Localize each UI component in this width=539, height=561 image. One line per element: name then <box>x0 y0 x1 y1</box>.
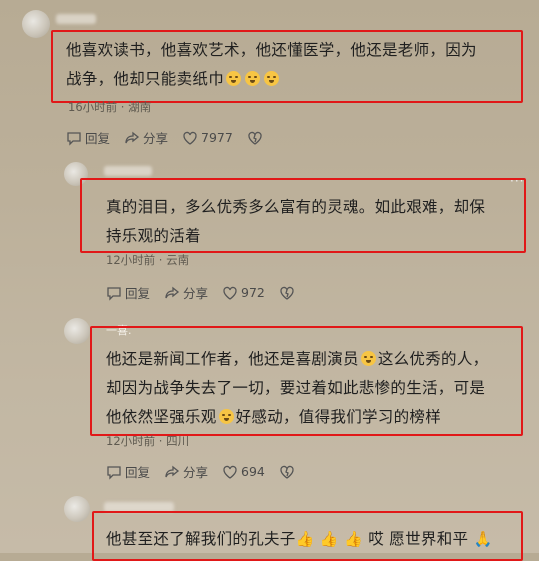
dislike-heart-icon <box>280 286 294 300</box>
reply-label: 回复 <box>125 465 151 480</box>
avatar[interactable] <box>64 318 90 344</box>
timestamp-location: 12小时前 · 云南 <box>106 253 190 267</box>
dislike-button[interactable] <box>279 285 298 301</box>
username-blurred <box>56 14 96 24</box>
timestamp-location: 16小时前 · 湖南 <box>68 100 152 114</box>
share-label: 分享 <box>143 131 169 146</box>
share-label: 分享 <box>183 286 209 301</box>
share-button[interactable]: 分享 <box>124 128 168 147</box>
like-button[interactable]: 7977 <box>182 130 233 146</box>
share-icon <box>165 465 180 477</box>
reply-button[interactable]: 回复 <box>106 462 150 481</box>
crying-emoji-icon <box>264 71 280 86</box>
comment-text: 他还是新闻工作者，他还是喜剧演员 这么优秀的人， 却因为战争失去了一切，要过着如此… <box>106 345 488 432</box>
dislike-button[interactable] <box>247 130 266 146</box>
crying-emoji-icon <box>245 71 261 86</box>
thumbs-up-icon: 👍 <box>344 530 364 548</box>
heart-icon <box>223 465 237 479</box>
reply-label: 回复 <box>85 131 111 146</box>
reply-icon <box>67 131 81 146</box>
like-count: 694 <box>241 464 265 479</box>
avatar[interactable] <box>22 10 50 38</box>
avatar[interactable] <box>64 496 90 522</box>
dislike-heart-icon <box>248 131 262 145</box>
reply-button[interactable]: 回复 <box>66 128 110 147</box>
reply-icon <box>107 286 121 301</box>
share-button[interactable]: 分享 <box>164 462 208 481</box>
thumbs-up-icon: 👍 <box>295 530 315 548</box>
comment-actions: 回复 分享 694 <box>106 462 312 481</box>
comment-line: 真的泪目，多么优秀多么富有的灵魂。如此艰难，却保 <box>106 198 486 216</box>
comment-line: 他喜欢读书，他喜欢艺术，他还懂医学，他还是老师，因为 <box>66 41 477 59</box>
share-icon <box>165 286 180 298</box>
dislike-heart-icon <box>280 465 294 479</box>
reply-label: 回复 <box>125 286 151 301</box>
like-button[interactable]: 694 <box>222 464 265 480</box>
comment-text: 他喜欢读书，他喜欢艺术，他还懂医学，他还是老师，因为 战争，他却只能卖纸巾 <box>66 36 477 94</box>
comment-line: 他还是新闻工作者，他还是喜剧演员 这么优秀的人， <box>106 350 489 368</box>
crying-emoji-icon <box>226 71 242 86</box>
crying-emoji-icon <box>218 409 234 424</box>
comment-actions: 回复 分享 7977 <box>66 128 280 147</box>
share-label: 分享 <box>183 465 209 480</box>
comment-actions: 回复 分享 972 <box>106 283 312 302</box>
thumbs-up-icon: 👍 <box>319 530 339 548</box>
reply-button[interactable]: 回复 <box>106 283 150 302</box>
heart-icon <box>183 131 197 145</box>
timestamp-location: 12小时前 · 四川 <box>106 434 190 448</box>
like-button[interactable]: 972 <box>222 285 265 301</box>
share-button[interactable]: 分享 <box>164 283 208 302</box>
heart-icon <box>223 286 237 300</box>
comment-line: 却因为战争失去了一切，要过着如此悲惨的生活，可是 <box>106 379 486 397</box>
pray-icon: 🙏 <box>473 530 493 548</box>
crying-emoji-icon <box>360 351 376 366</box>
reply-icon <box>107 465 121 480</box>
comment-line: 持乐观的活着 <box>106 227 201 245</box>
comment-text: 真的泪目，多么优秀多么富有的灵魂。如此艰难，却保 持乐观的活着 <box>106 193 485 251</box>
comment-line: 战争，他却只能卖纸巾 <box>66 65 477 94</box>
comment-text: 他甚至还了解我们的孔夫子👍 👍 👍 哎 愿世界和平 🙏 <box>106 530 493 548</box>
dislike-button[interactable] <box>279 464 298 480</box>
share-icon <box>125 131 140 143</box>
comment-line: 他依然坚强乐观 好感动，值得我们学习的榜样 <box>106 408 442 426</box>
like-count: 7977 <box>201 130 233 145</box>
like-count: 972 <box>241 285 265 300</box>
username-blurred <box>104 166 152 176</box>
